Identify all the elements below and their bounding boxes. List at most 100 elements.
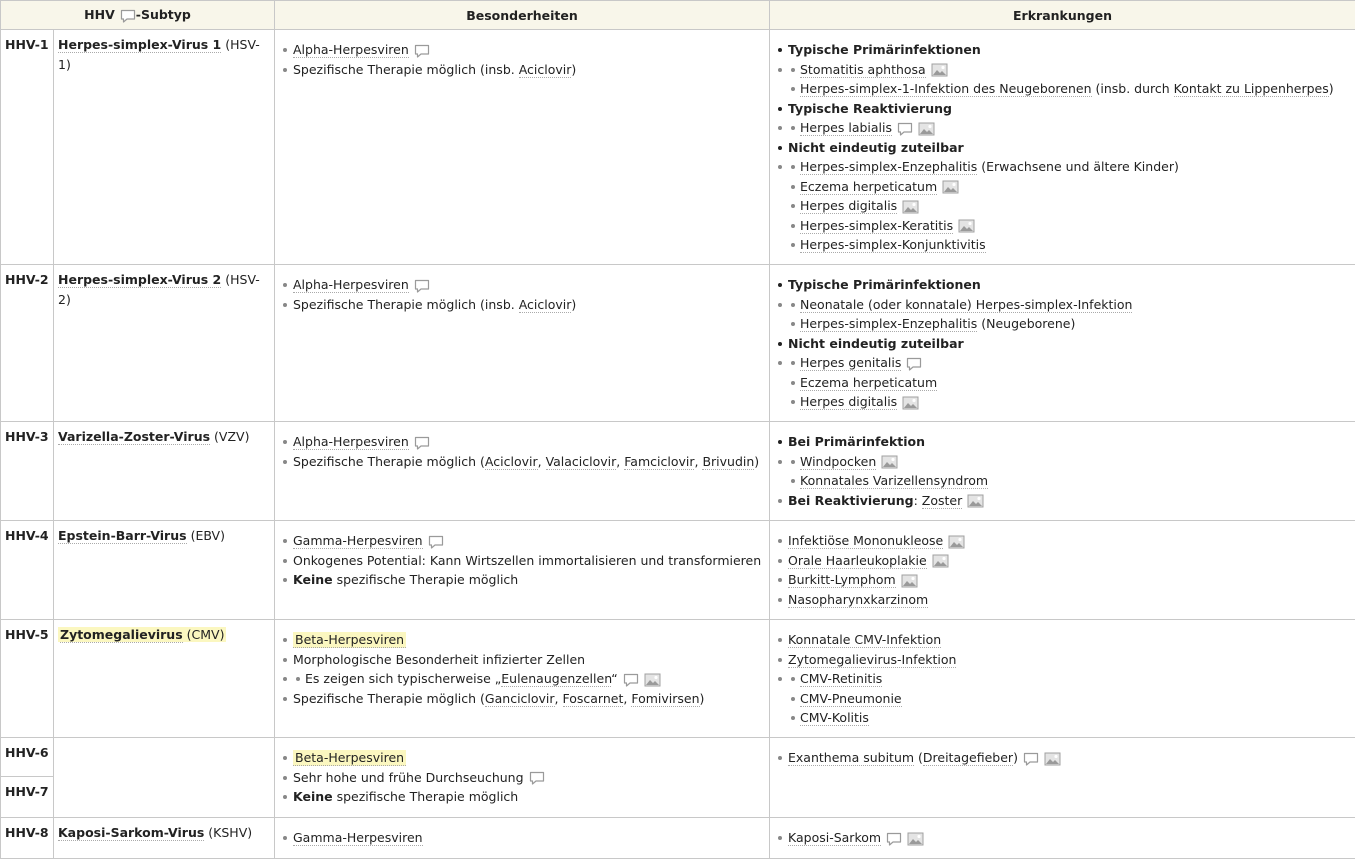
link[interactable]: Brivudin [702,453,755,470]
virus-name-cell: Herpes-simplex-Virus 2 (HSV-2) [53,264,275,422]
comment-icon[interactable] [120,9,136,23]
link[interactable]: Fomivirsen [631,690,700,707]
erkrankungen-cell: Konnatale CMV-Infektion Zytomegalievirus… [769,619,1355,738]
virus-name[interactable]: Herpes-simplex-Virus 1 [58,37,222,53]
link[interactable]: Herpes labialis [800,120,892,136]
link[interactable]: Infektiöse Mononukleose [788,533,944,549]
image-icon[interactable] [918,122,935,136]
link[interactable]: Dreitagefieber [922,750,1014,766]
besonderheiten-cell: Beta-Herpesviren Sehr hohe und frühe Dur… [274,737,770,818]
link[interactable]: Alpha-Herpesviren [293,277,409,293]
comment-icon[interactable] [428,535,444,549]
link[interactable]: Nasopharynxkarzinom [788,591,929,608]
comment-icon[interactable] [414,436,430,450]
list-item: Herpes labialis [774,118,1352,138]
list-heading: Typische Reaktivierung [774,99,1352,119]
link[interactable]: Herpes-simplex-Keratitis [800,217,954,234]
link[interactable]: Herpes digitalis [800,198,898,214]
image-icon[interactable] [942,180,959,194]
erkrankungen-cell: Typische Primärinfektionen Stomatitis ap… [769,29,1355,265]
link[interactable]: CMV-Pneumonie [800,690,902,707]
link[interactable]: CMV-Retinitis [800,671,883,687]
link[interactable]: Konnatales Varizellensyndrom [800,473,989,489]
image-icon[interactable] [948,535,965,549]
comment-icon[interactable] [906,357,922,371]
virus-name[interactable]: Herpes-simplex-Virus 2 [58,272,222,288]
image-icon[interactable] [902,200,919,214]
image-icon[interactable] [932,554,949,568]
link[interactable]: Konnatale CMV-Infektion [788,632,942,648]
image-icon[interactable] [902,396,919,410]
link[interactable]: Alpha-Herpesviren [293,434,409,450]
image-icon[interactable] [931,63,948,77]
link[interactable]: Beta-Herpesviren [293,632,407,648]
table-row: HHV-2 Herpes-simplex-Virus 2 (HSV-2) Alp… [0,264,1355,422]
link[interactable]: Aciclovir [484,453,538,470]
comment-icon[interactable] [1023,752,1039,766]
comment-icon[interactable] [414,44,430,58]
list-item: Herpes genitalis Eczema herpeticatum Her… [774,353,1352,412]
link[interactable]: Herpes digitalis [800,394,898,410]
link[interactable]: Aciclovir [518,61,572,78]
link[interactable]: CMV-Kolitis [800,710,869,726]
link[interactable]: Gamma-Herpesviren [293,533,423,549]
link[interactable]: Aciclovir [518,296,572,313]
image-icon[interactable] [958,219,975,233]
link[interactable]: Herpes-simplex-Konjunktivitis [800,237,986,253]
comment-icon[interactable] [623,673,639,687]
comment-icon[interactable] [414,279,430,293]
header-subtyp: HHV -Subtyp [0,0,275,30]
link[interactable]: Alpha-Herpesviren [293,42,409,58]
link[interactable]: Eulenaugenzellen [501,671,612,687]
link[interactable]: Orale Haarleukoplakie [788,552,927,569]
besonderheiten-cell: Alpha-Herpesviren Spezifische Therapie m… [274,264,770,422]
link[interactable]: Stomatitis aphthosa [800,61,926,78]
link[interactable]: Zoster [921,492,963,509]
link[interactable]: Herpes-simplex-1-Infektion des [800,81,1000,97]
link[interactable]: Beta-Herpesviren [293,750,407,766]
link[interactable]: Eczema herpeticatum [800,178,938,195]
link[interactable]: Herpes-simplex-Enzephalitis [800,159,978,175]
link[interactable]: Ganciclovir [484,690,555,707]
link[interactable]: Kontakt zu Lippenherpes [1173,81,1329,97]
link[interactable]: Neugeborenen [999,81,1092,97]
link[interactable]: Valaciclovir [545,453,617,470]
list-item: Zytomegalievirus-Infektion [774,650,1352,670]
link[interactable]: Exanthema subitum [788,750,915,766]
comment-icon[interactable] [897,122,913,136]
header-subtyp-suffix: -Subtyp [135,7,191,23]
link[interactable]: Foscarnet [562,690,624,707]
list-heading: Bei Primärinfektion [774,432,1352,452]
comment-icon[interactable] [886,832,902,846]
text: Spezifische Therapie möglich ( [293,453,485,469]
link[interactable]: Burkitt-Lymphom [788,572,896,588]
image-icon[interactable] [881,455,898,469]
list-item: Konnatale CMV-Infektion [774,630,1352,650]
link[interactable]: Zytomegalievirus-Infektion [788,651,957,668]
virus-name[interactable]: Kaposi-Sarkom-Virus [58,825,205,841]
header-besonderheiten: Besonderheiten [274,0,770,30]
hhv-id: HHV-3 [0,421,54,521]
link[interactable]: Eczema herpeticatum [800,374,938,391]
virus-name[interactable]: Varizella-Zoster-Virus [58,429,211,445]
text: Onkogenes Potential: Kann Wirtszellen im… [293,552,762,568]
link[interactable]: Neonatale (oder konnatale) Herpes-simple… [800,296,1133,313]
image-icon[interactable] [967,494,984,508]
link[interactable]: Herpes-simplex-Enzephalitis [800,316,978,332]
virus-name-cell: Varizella-Zoster-Virus (VZV) [53,421,275,521]
link[interactable]: Windpocken [800,453,877,470]
image-icon[interactable] [907,832,924,846]
list-item: Gamma-Herpesviren [279,828,766,848]
comment-icon[interactable] [529,771,545,785]
link[interactable]: Gamma-Herpesviren [293,830,423,846]
virus-name[interactable]: Zytomegalievirus [60,627,183,643]
link[interactable]: Kaposi-Sarkom [788,830,882,846]
link[interactable]: Famciclovir [624,453,695,470]
virus-name[interactable]: Epstein-Barr-Virus [58,528,187,544]
list-item: Onkogenes Potential: Kann Wirtszellen im… [279,551,766,571]
image-icon[interactable] [901,574,918,588]
link[interactable]: Herpes genitalis [800,355,902,371]
image-icon[interactable] [1044,752,1061,766]
erkrankungen-cell: Bei Primärinfektion Windpocken Konnatale… [769,421,1355,521]
image-icon[interactable] [644,673,661,687]
